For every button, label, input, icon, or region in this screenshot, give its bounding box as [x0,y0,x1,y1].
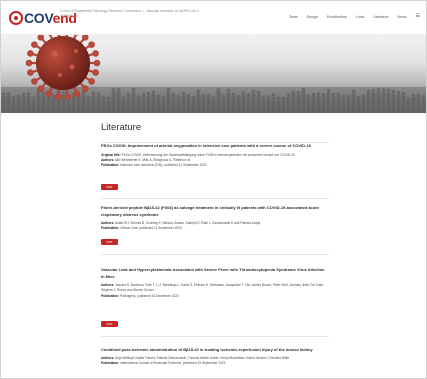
nav-item-links[interactable]: Links [356,15,364,19]
page-title: Literature [101,122,142,133]
coronavirus-icon [25,35,101,100]
article-title[interactable]: Combined post-ischemic administration of… [101,347,329,354]
article-divider [101,336,329,337]
pdf-button[interactable]: PDF [101,239,118,245]
article-title[interactable]: Fibrin-derived peptide Bβ15-42 (FX06) as… [101,205,329,218]
nav-item-team[interactable]: Team [289,15,298,19]
main-navigation: Team Design Endothelium Links Literature… [289,14,420,19]
browser-viewport: COVend Covid-19 Endothelial Pathology Re… [0,0,427,379]
article-divider [101,254,329,255]
article-title[interactable]: PEOs COVID: Improvement of arterial oxyg… [101,143,329,150]
nav-item-endothelium[interactable]: Endothelium [327,15,347,19]
article-authors: Authors: Jessica R. Boodhoo, Park T, Li … [101,283,324,293]
pdf-button[interactable]: PDF [101,321,118,327]
pdf-button[interactable]: PDF [101,184,118,190]
article-title[interactable]: Vascular Leak and Hypercytokinemia Assoc… [101,267,329,280]
hero-banner [1,35,426,113]
literature-section: Literature PEOs COVID: Improvement of ar… [101,121,329,365]
nav-item-design[interactable]: Design [307,15,318,19]
article-item: Combined post-ischemic administration of… [101,347,329,366]
logo-virus-icon [9,11,23,25]
menu-icon[interactable]: ☰ [416,14,420,19]
article-publication: Publication: International Journal of Mo… [101,360,226,365]
article-publication: Publication: Pathogens, published 16 Dec… [101,293,179,298]
site-header: COVend Covid-19 Endothelial Pathology Re… [1,1,426,35]
hero-image [1,35,426,113]
article-divider [101,198,329,199]
site-tagline: Covid-19 Endothelial Pathology Research … [60,9,199,18]
article-publication: Publication: Intensive care medicine (IC… [101,163,207,167]
nav-item-literature[interactable]: Literature [373,15,388,19]
article-item: Fibrin-derived peptide Bβ15-42 (FX06) as… [101,205,329,232]
article-publication: Publication: Critical Care, published 11… [101,226,182,231]
article-item: PEOs COVID: Improvement of arterial oxyg… [101,143,329,168]
article-item: Vascular Leak and Hypercytokinemia Assoc… [101,267,329,299]
nav-item-news[interactable]: News [398,15,407,19]
